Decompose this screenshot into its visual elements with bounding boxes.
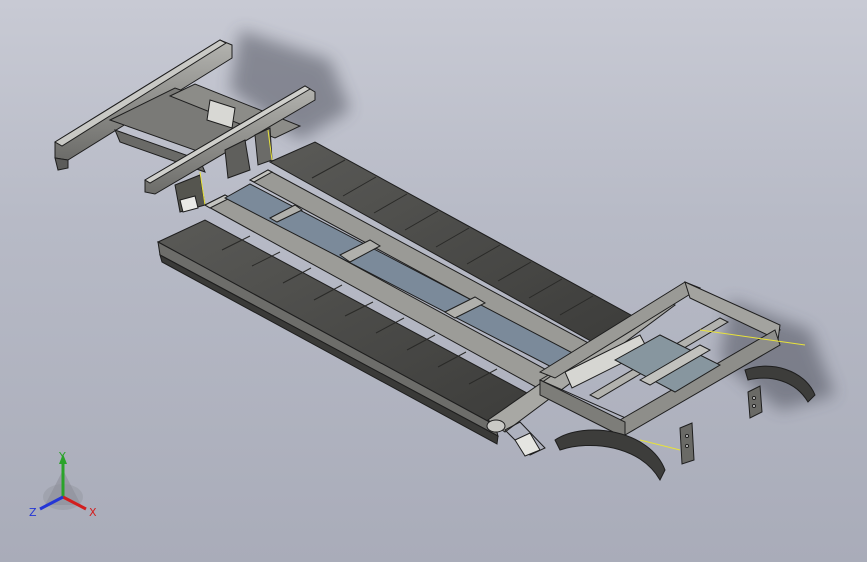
- graphics-viewport[interactable]: Y X Z: [0, 0, 867, 562]
- fender-front[interactable]: [554, 429, 666, 482]
- x-axis-label: X: [89, 506, 97, 519]
- model-canvas[interactable]: Y X Z: [0, 0, 867, 562]
- suspension-bracket-2[interactable]: [747, 385, 763, 419]
- z-axis-label: Z: [29, 506, 37, 519]
- axis-triad: Y X Z: [29, 450, 97, 519]
- suspension-bracket-1[interactable]: [679, 422, 695, 465]
- y-axis-label: Y: [58, 450, 66, 463]
